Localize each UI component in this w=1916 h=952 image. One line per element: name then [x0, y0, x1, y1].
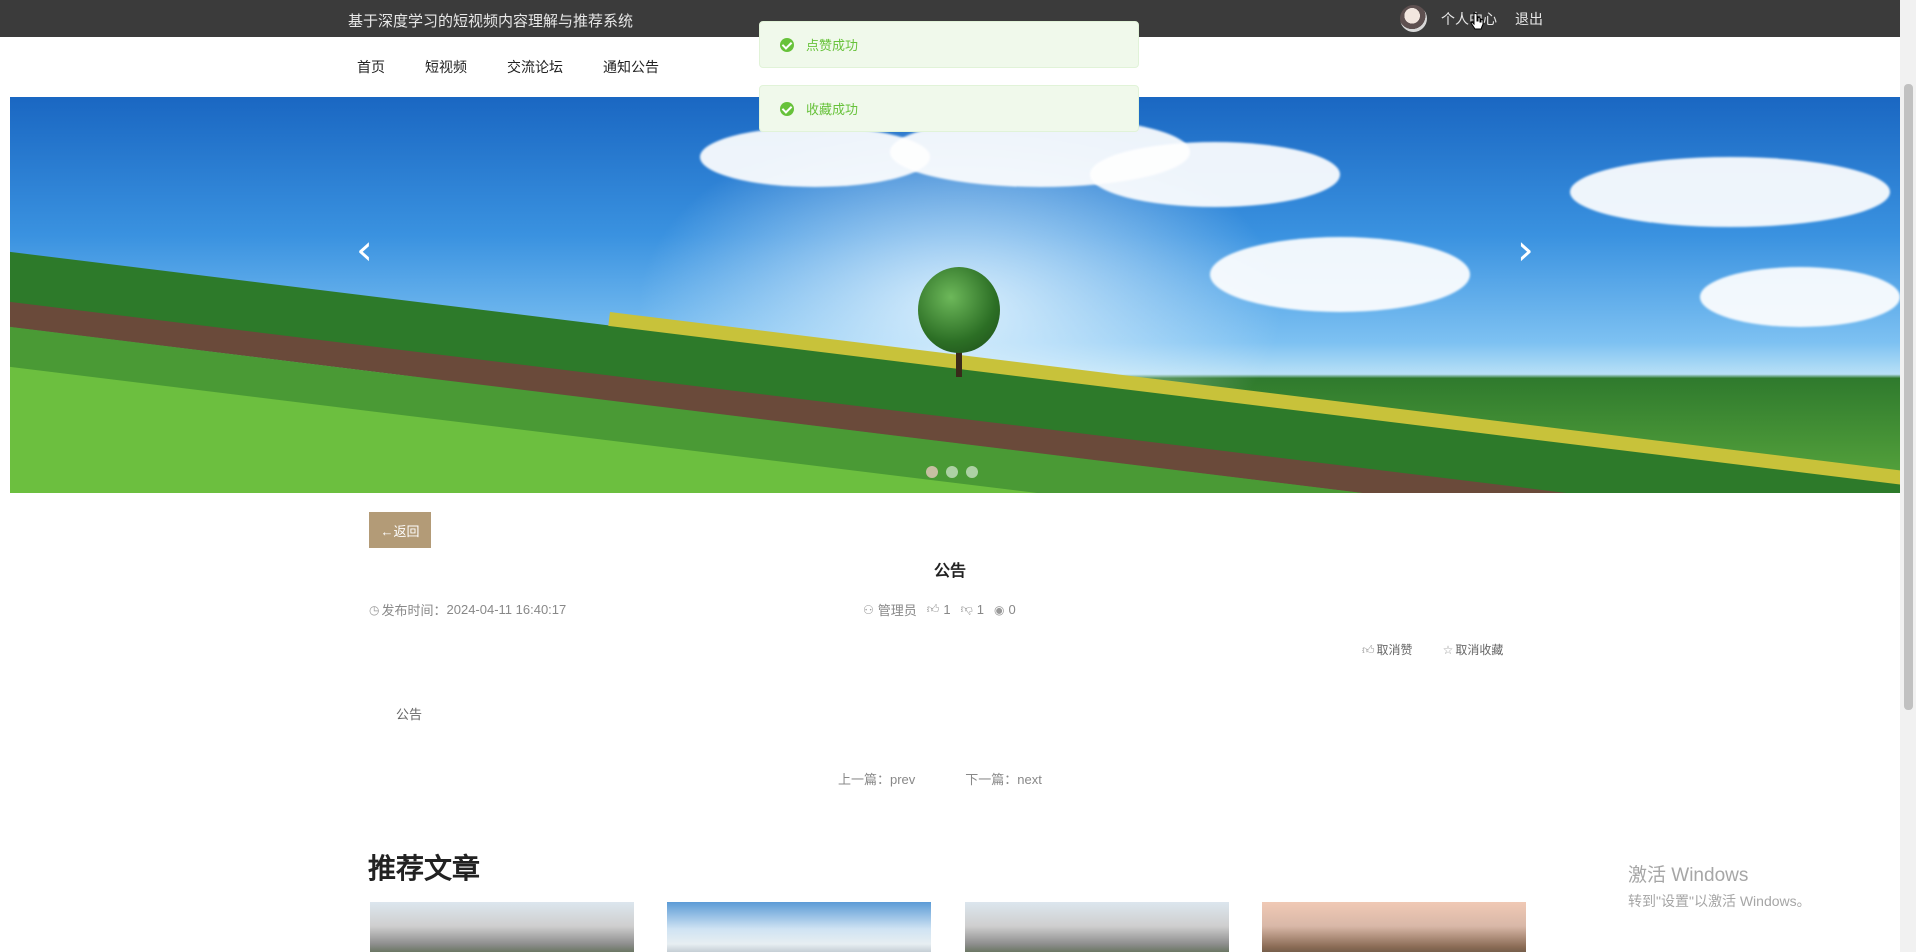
toast-text: 收藏成功: [806, 102, 859, 117]
view-count-value: 0: [1008, 602, 1016, 617]
nav-forum[interactable]: 交流论坛: [507, 57, 563, 77]
windows-activation-watermark: 激活 Windows 转到"设置"以激活 Windows。: [1628, 860, 1811, 911]
recommend-card-4[interactable]: [1262, 902, 1526, 952]
user-icon: ⚇: [863, 602, 874, 617]
eye-icon: ◉: [993, 602, 1005, 617]
watermark-line-2: 转到"设置"以激活 Windows。: [1628, 893, 1811, 909]
star-icon: ☆: [1442, 643, 1454, 657]
scrollbar-thumb[interactable]: [1904, 84, 1913, 710]
thumbs-up-icon: 👍︎: [926, 602, 940, 616]
page-title: 公告: [933, 563, 966, 580]
publish-time: ◷ 发布时间： 2024-04-11 16:40:17: [369, 600, 566, 619]
avatar[interactable]: [1400, 5, 1427, 32]
cancel-favorite-label: 取消收藏: [1455, 643, 1504, 657]
article-pager: 上一篇：prev 下一篇：next: [838, 769, 1042, 788]
like-count-value: 1: [943, 602, 951, 617]
clock-icon: ◷: [369, 602, 380, 617]
banner-cloud: [1090, 142, 1340, 207]
cancel-like-label: 取消赞: [1376, 643, 1413, 657]
site-title: 基于深度学习的短视频内容理解与推荐系统: [348, 13, 634, 30]
view-count: ◉ 0: [994, 602, 1016, 617]
toast-favorite-success: 收藏成功: [759, 85, 1139, 132]
banner-tree-crown: [918, 267, 1000, 353]
recommend-card-1[interactable]: [370, 902, 634, 952]
toast-like-success: 点赞成功: [759, 21, 1139, 68]
carousel-dot-1[interactable]: [926, 466, 938, 478]
publish-time-value: 2024-04-11 16:40:17: [446, 602, 567, 617]
cancel-favorite-button[interactable]: ☆ 取消收藏: [1443, 641, 1504, 658]
nav-short-video[interactable]: 短视频: [425, 57, 467, 77]
author-name: 管理员: [877, 603, 917, 618]
publish-time-label: 发布时间：: [381, 603, 447, 618]
carousel-dot-3[interactable]: [966, 466, 978, 478]
recommend-card-2[interactable]: [667, 902, 931, 952]
nav-home[interactable]: 首页: [357, 57, 385, 77]
carousel-prev-arrow-icon[interactable]: ‹: [356, 225, 373, 274]
mouse-cursor-icon: [1470, 12, 1484, 30]
carousel-dot-2[interactable]: [946, 466, 958, 478]
cancel-like-button[interactable]: 👍︎ 取消赞: [1362, 641, 1413, 658]
dislike-count-value: 1: [976, 602, 984, 617]
banner-cloud: [1570, 157, 1890, 227]
page-scrollbar[interactable]: [1900, 0, 1916, 952]
thumbs-down-icon: 👎︎: [960, 602, 973, 616]
recommend-section-title: 推荐文章: [368, 853, 481, 884]
carousel-indicators: [926, 466, 978, 478]
like-count: 👍︎ 1: [927, 602, 951, 617]
article-content: 公告: [396, 707, 423, 722]
article-actions: 👍︎ 取消赞 ☆ 取消收藏: [1362, 641, 1503, 658]
watermark-line-1: 激活 Windows: [1628, 865, 1749, 886]
success-check-icon: [780, 37, 794, 52]
author: ⚇ 管理员: [863, 600, 917, 619]
recommend-card-3[interactable]: [965, 902, 1229, 952]
logout-link[interactable]: 退出: [1515, 9, 1543, 29]
article-stats: ⚇ 管理员 👍︎ 1 👎︎ 1 ◉ 0: [863, 600, 1016, 619]
nav-notices[interactable]: 通知公告: [603, 57, 659, 77]
back-button[interactable]: ←返回: [369, 512, 431, 548]
prev-article-link[interactable]: 上一篇：prev: [838, 769, 915, 788]
success-check-icon: [780, 101, 794, 116]
dislike-count: 👎︎ 1: [961, 602, 984, 617]
next-article-link[interactable]: 下一篇：next: [965, 769, 1042, 788]
banner-cloud: [1700, 267, 1900, 327]
thumbs-up-icon: 👍︎: [1362, 643, 1375, 657]
toast-text: 点赞成功: [806, 38, 859, 53]
user-center-link[interactable]: 个人中心: [1441, 9, 1497, 29]
banner-carousel[interactable]: ‹ ›: [10, 97, 1900, 493]
banner-cloud: [1210, 237, 1470, 312]
carousel-next-arrow-icon[interactable]: ›: [1517, 225, 1534, 274]
